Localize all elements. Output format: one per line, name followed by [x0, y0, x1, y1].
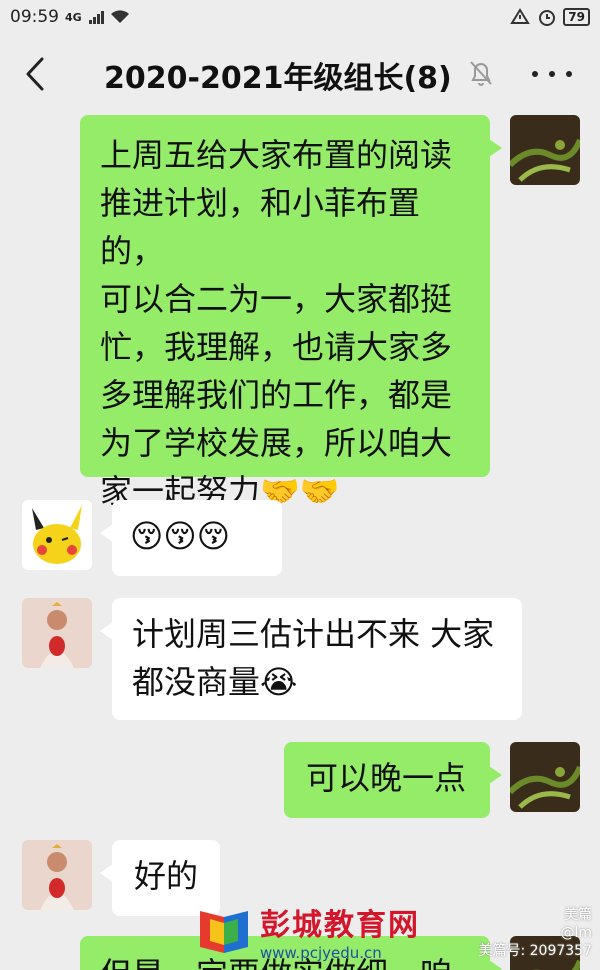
- message-line: 计划周三估计出不来 大家: [132, 615, 495, 653]
- message-line: 多理解我们的工作，都是: [100, 376, 453, 414]
- meipian-label: 美篇: [564, 907, 592, 923]
- message-bubble[interactable]: 上周五给大家布置的阅读 推进计划，和小菲布置的， 可以合二为一，大家都挺 忙，我…: [80, 115, 502, 510]
- message-text: 好的: [134, 857, 199, 895]
- site-watermark: 彭城教育网 www.pcjyedu.cn: [196, 900, 420, 962]
- chat-screen: 09:59 4G 79 2020-2021年级组长(8) 上周五给大家布置的阅读…: [0, 0, 600, 970]
- signal-icon: [88, 11, 104, 24]
- message-line: 推进计划，和小菲布置的，: [100, 184, 421, 270]
- status-bar: 09:59 4G 79: [0, 0, 600, 34]
- message-line: 都没商量😭: [132, 658, 502, 706]
- nfc-icon: [510, 8, 531, 24]
- message-line: 可以合二为一，大家都挺: [100, 280, 453, 318]
- watermark-url: www.pcjyedu.cn: [260, 944, 382, 962]
- meipian-id: 美篇号: 2097357: [478, 943, 592, 959]
- chat-title: 2020-2021年级组长(8): [104, 61, 452, 96]
- chat-header: 2020-2021年级组长(8): [0, 34, 600, 112]
- meipian-user: @lm: [560, 925, 592, 941]
- my-avatar[interactable]: [510, 742, 580, 812]
- message-bubble[interactable]: 😚😚😚: [100, 500, 282, 576]
- message-line: 上周五给大家布置的阅读: [100, 136, 453, 174]
- crying-emoji-icon: 😭: [260, 663, 298, 701]
- battery-icon: 79: [563, 8, 590, 26]
- contact-avatar[interactable]: [22, 598, 92, 668]
- more-options-button[interactable]: [532, 54, 572, 94]
- bell-off-icon: [470, 61, 492, 86]
- pikachu-avatar[interactable]: [22, 500, 92, 570]
- chevron-left-icon: [26, 57, 44, 91]
- alarm-icon: [539, 10, 556, 26]
- watermark-text: 彭城教育网 www.pcjyedu.cn: [260, 900, 420, 962]
- watermark-name: 彭城教育网: [260, 908, 420, 943]
- status-left: 09:59 4G: [10, 7, 130, 27]
- back-button[interactable]: [18, 54, 52, 94]
- message-text: 可以晚一点: [306, 759, 467, 797]
- message-text: 都没商量: [132, 663, 261, 701]
- network-type: 4G: [65, 10, 82, 24]
- book-logo-icon: [200, 911, 248, 953]
- more-dots-icon: [532, 71, 538, 77]
- status-right: 79: [509, 7, 590, 27]
- message-line: 为了学校发展，所以咱大: [100, 424, 453, 462]
- my-avatar[interactable]: [510, 115, 580, 185]
- meipian-watermark: 美篇 @lm 美篇号: 2097357: [478, 906, 592, 960]
- wifi-icon: [110, 10, 129, 23]
- message-bubble[interactable]: 可以晚一点: [284, 742, 502, 818]
- message-bubble[interactable]: 计划周三估计出不来 大家 都没商量😭: [100, 598, 522, 720]
- kissing-emoji-icon: 😚😚😚: [130, 517, 231, 555]
- message-line: 忙，我理解，也请大家多: [100, 328, 453, 366]
- contact-avatar[interactable]: [22, 840, 92, 910]
- status-time: 09:59: [10, 7, 59, 27]
